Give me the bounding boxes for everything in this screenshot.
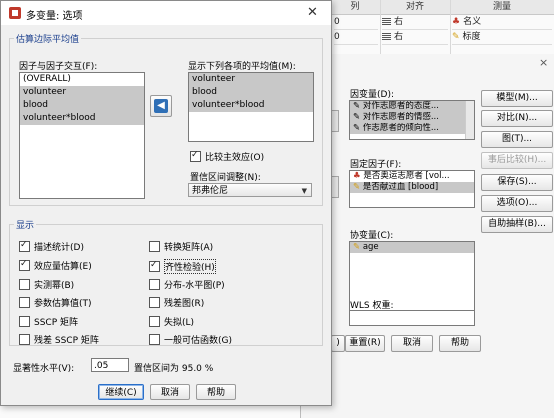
wls-weight-field[interactable]: [349, 310, 475, 326]
list-item[interactable]: blood: [189, 86, 313, 99]
multivariate-main-dialog: × 因变量(D): ✎ 对作志愿者的态度... ✎ 对作志愿者的情感... ✎ …: [300, 54, 554, 418]
list-item[interactable]: ✎ 是否献过血 [blood]: [350, 182, 474, 193]
parameter-estimates-checkbox[interactable]: 参数估算值(T): [19, 296, 92, 309]
transformation-matrix-checkbox[interactable]: 转换矩阵(A): [149, 240, 213, 253]
close-icon[interactable]: ✕: [307, 5, 318, 20]
save-button[interactable]: 保存(S)...: [481, 174, 553, 191]
list-item[interactable]: volunteer*blood: [189, 99, 313, 112]
confidence-interval-text: 置信区间为 95.0 %: [134, 364, 214, 374]
checkbox-box[interactable]: [19, 316, 30, 327]
scrollbar[interactable]: [465, 101, 474, 139]
arrow-left-icon: ◀: [154, 99, 168, 113]
cell-column[interactable]: 0: [334, 15, 378, 30]
checkbox-box[interactable]: [149, 334, 160, 345]
help-button[interactable]: 帮助: [439, 335, 481, 352]
factors-label: 因子与因子交互(F):: [19, 62, 98, 72]
chevron-down-icon: ▼: [301, 187, 307, 195]
cell-align[interactable]: 右: [382, 30, 448, 45]
list-item[interactable]: ✎ age: [350, 242, 474, 253]
cell-measure[interactable]: ✎ 标度: [452, 30, 552, 45]
post-hoc-button[interactable]: 事后比较(H)...: [481, 152, 553, 169]
list-item[interactable]: volunteer: [20, 86, 144, 99]
checkbox-box[interactable]: [190, 151, 201, 162]
cell-column[interactable]: 0: [334, 30, 378, 45]
title-bar[interactable]: 多变量: 选项 ✕: [1, 1, 331, 25]
list-item[interactable]: ✎ 作志愿者的倾向性...: [350, 123, 474, 134]
column-header-column[interactable]: 列: [330, 0, 380, 15]
display-means-label: 显示下列各项的平均值(M):: [188, 62, 296, 72]
fixed-factors-list[interactable]: ♣ 是否奥运志愿者 [vol... ✎ 是否献过血 [blood]: [349, 170, 475, 208]
checkbox-box[interactable]: [19, 241, 30, 252]
checkbox-box[interactable]: [149, 316, 160, 327]
cancel-button[interactable]: 取消: [391, 335, 433, 352]
cell-align[interactable]: 右: [382, 15, 448, 30]
column-header-align[interactable]: 对齐: [380, 0, 450, 15]
dialog-title: 多变量: 选项: [26, 11, 83, 22]
checkbox-box[interactable]: [19, 334, 30, 345]
residual-sscp-checkbox[interactable]: 残差 SSCP 矩阵: [19, 333, 99, 346]
descriptive-stats-checkbox[interactable]: 描述统计(D): [19, 240, 84, 253]
significance-level-label: 显著性水平(V):: [13, 364, 75, 374]
scale-icon: ✎: [452, 32, 460, 42]
list-item[interactable]: ✎ 对作志愿者的情感...: [350, 112, 474, 123]
checkbox-box[interactable]: [19, 297, 30, 308]
list-item[interactable]: blood: [20, 99, 144, 112]
spss-app-icon: [9, 7, 21, 19]
ci-adjustment-select[interactable]: 邦弗伦尼 ▼: [188, 183, 312, 197]
list-item[interactable]: ♣ 是否奥运志愿者 [vol...: [350, 171, 474, 182]
checkbox-box[interactable]: [149, 279, 160, 290]
factors-list[interactable]: (OVERALL) volunteer blood volunteer*bloo…: [19, 72, 145, 199]
cancel-button[interactable]: 取消: [150, 384, 190, 400]
continue-button[interactable]: 继续(C): [98, 384, 144, 400]
general-estimable-function-checkbox[interactable]: 一般可估函数(G): [149, 333, 232, 346]
list-item[interactable]: (OVERALL): [20, 73, 144, 86]
fixed-factors-label: 固定因子(F):: [350, 160, 402, 170]
sscp-matrix-checkbox[interactable]: SSCP 矩阵: [19, 315, 78, 328]
move-left-button[interactable]: ◀: [150, 95, 172, 117]
homogeneity-tests-checkbox[interactable]: 齐性检验(H): [149, 259, 216, 274]
ci-adjustment-label: 置信区间调整(N):: [190, 173, 261, 183]
list-item[interactable]: volunteer: [189, 73, 313, 86]
help-button[interactable]: 帮助: [196, 384, 236, 400]
lack-of-fit-checkbox[interactable]: 失拟(L): [149, 315, 194, 328]
checkbox-box[interactable]: [19, 260, 30, 271]
compare-main-effects-checkbox[interactable]: 比较主效应(O): [190, 150, 264, 163]
plots-button[interactable]: 图(T)...: [481, 131, 553, 148]
cell-measure[interactable]: ♣ 名义: [452, 15, 552, 30]
checkbox-box[interactable]: [149, 297, 160, 308]
options-dialog: 多变量: 选项 ✕ 估算边际平均值 因子与因子交互(F): (OVERALL) …: [0, 0, 332, 406]
align-right-icon: [382, 17, 391, 26]
display-means-list[interactable]: volunteer blood volunteer*blood: [188, 72, 314, 142]
dependent-variables-list[interactable]: ✎ 对作志愿者的态度... ✎ 对作志愿者的情感... ✎ 作志愿者的倾向性..…: [349, 100, 475, 140]
residual-plot-checkbox[interactable]: 残差图(R): [149, 296, 204, 309]
effect-size-checkbox[interactable]: 效应量估算(E): [19, 259, 92, 272]
align-right-icon: [382, 32, 391, 41]
close-icon[interactable]: ×: [539, 56, 548, 69]
contrasts-button[interactable]: 对比(N)...: [481, 110, 553, 127]
list-item[interactable]: ✎ 对作志愿者的态度...: [350, 101, 474, 112]
spread-level-plot-checkbox[interactable]: 分布-水平图(P): [149, 278, 225, 291]
dependent-variables-label: 因变量(D):: [350, 90, 394, 100]
bootstrap-button[interactable]: 自助抽样(B)...: [481, 216, 553, 233]
covariates-label: 协变量(C):: [350, 231, 394, 241]
options-button[interactable]: 选项(O)...: [481, 195, 553, 212]
checkbox-box[interactable]: [149, 241, 160, 252]
grid-line: [450, 0, 451, 54]
grid-line: [380, 0, 381, 54]
group-title: 估算边际平均值: [16, 35, 80, 45]
list-item[interactable]: volunteer*blood: [20, 112, 144, 125]
model-button[interactable]: 模型(M)...: [481, 90, 553, 107]
reset-button[interactable]: 重置(R): [345, 335, 385, 352]
nominal-icon: ♣: [452, 17, 461, 27]
paste-button-partial[interactable]: ): [331, 335, 345, 352]
checkbox-box[interactable]: [149, 261, 160, 272]
significance-level-input[interactable]: .05: [91, 358, 129, 372]
group-title: 显示: [16, 221, 35, 231]
checkbox-box[interactable]: [19, 279, 30, 290]
column-header-measure[interactable]: 测量: [450, 0, 554, 15]
observed-power-checkbox[interactable]: 实测幂(B): [19, 278, 74, 291]
